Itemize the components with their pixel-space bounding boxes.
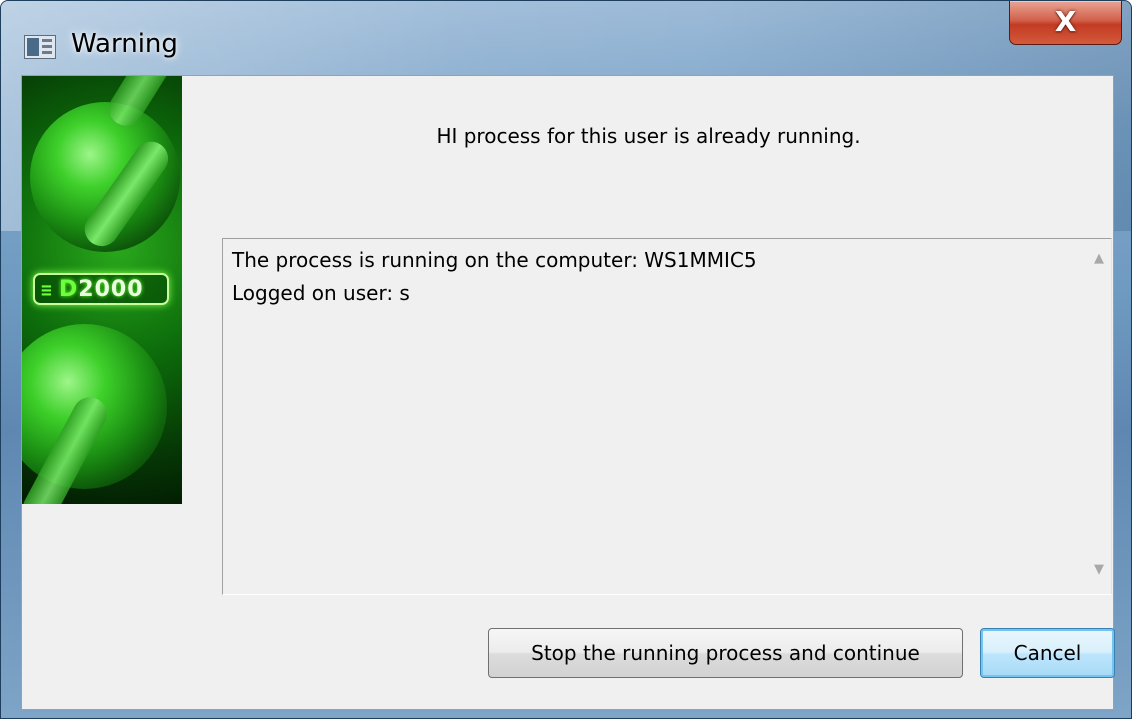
title-bar[interactable]: Warning X xyxy=(1,1,1131,75)
scroll-down-icon[interactable]: ▼ xyxy=(1092,563,1106,576)
details-line-computer: The process is running on the computer: … xyxy=(232,248,757,272)
warning-dialog: Warning X ≡ D2000 HI process for this us… xyxy=(0,0,1132,719)
scroll-up-icon[interactable]: ▲ xyxy=(1092,252,1106,265)
d2000-logo: ≡ D2000 xyxy=(33,273,169,305)
logo-text: D2000 xyxy=(59,277,144,302)
logo-mark-icon: ≡ xyxy=(41,280,52,301)
close-icon: X xyxy=(1054,5,1077,38)
d2000-banner-image: ≡ D2000 xyxy=(22,76,182,504)
dialog-client-area: ≡ D2000 HI process for this user is alre… xyxy=(21,75,1115,710)
close-button[interactable]: X xyxy=(1009,1,1122,45)
details-textbox[interactable]: The process is running on the computer: … xyxy=(222,238,1112,595)
stop-process-button[interactable]: Stop the running process and continue xyxy=(488,628,963,678)
warning-message: HI process for this user is already runn… xyxy=(436,124,861,148)
details-text: The process is running on the computer: … xyxy=(232,244,757,310)
window-title: Warning xyxy=(71,29,178,59)
details-line-user: Logged on user: s xyxy=(232,281,410,305)
window-app-icon[interactable] xyxy=(24,35,56,59)
cancel-button[interactable]: Cancel xyxy=(980,628,1115,678)
